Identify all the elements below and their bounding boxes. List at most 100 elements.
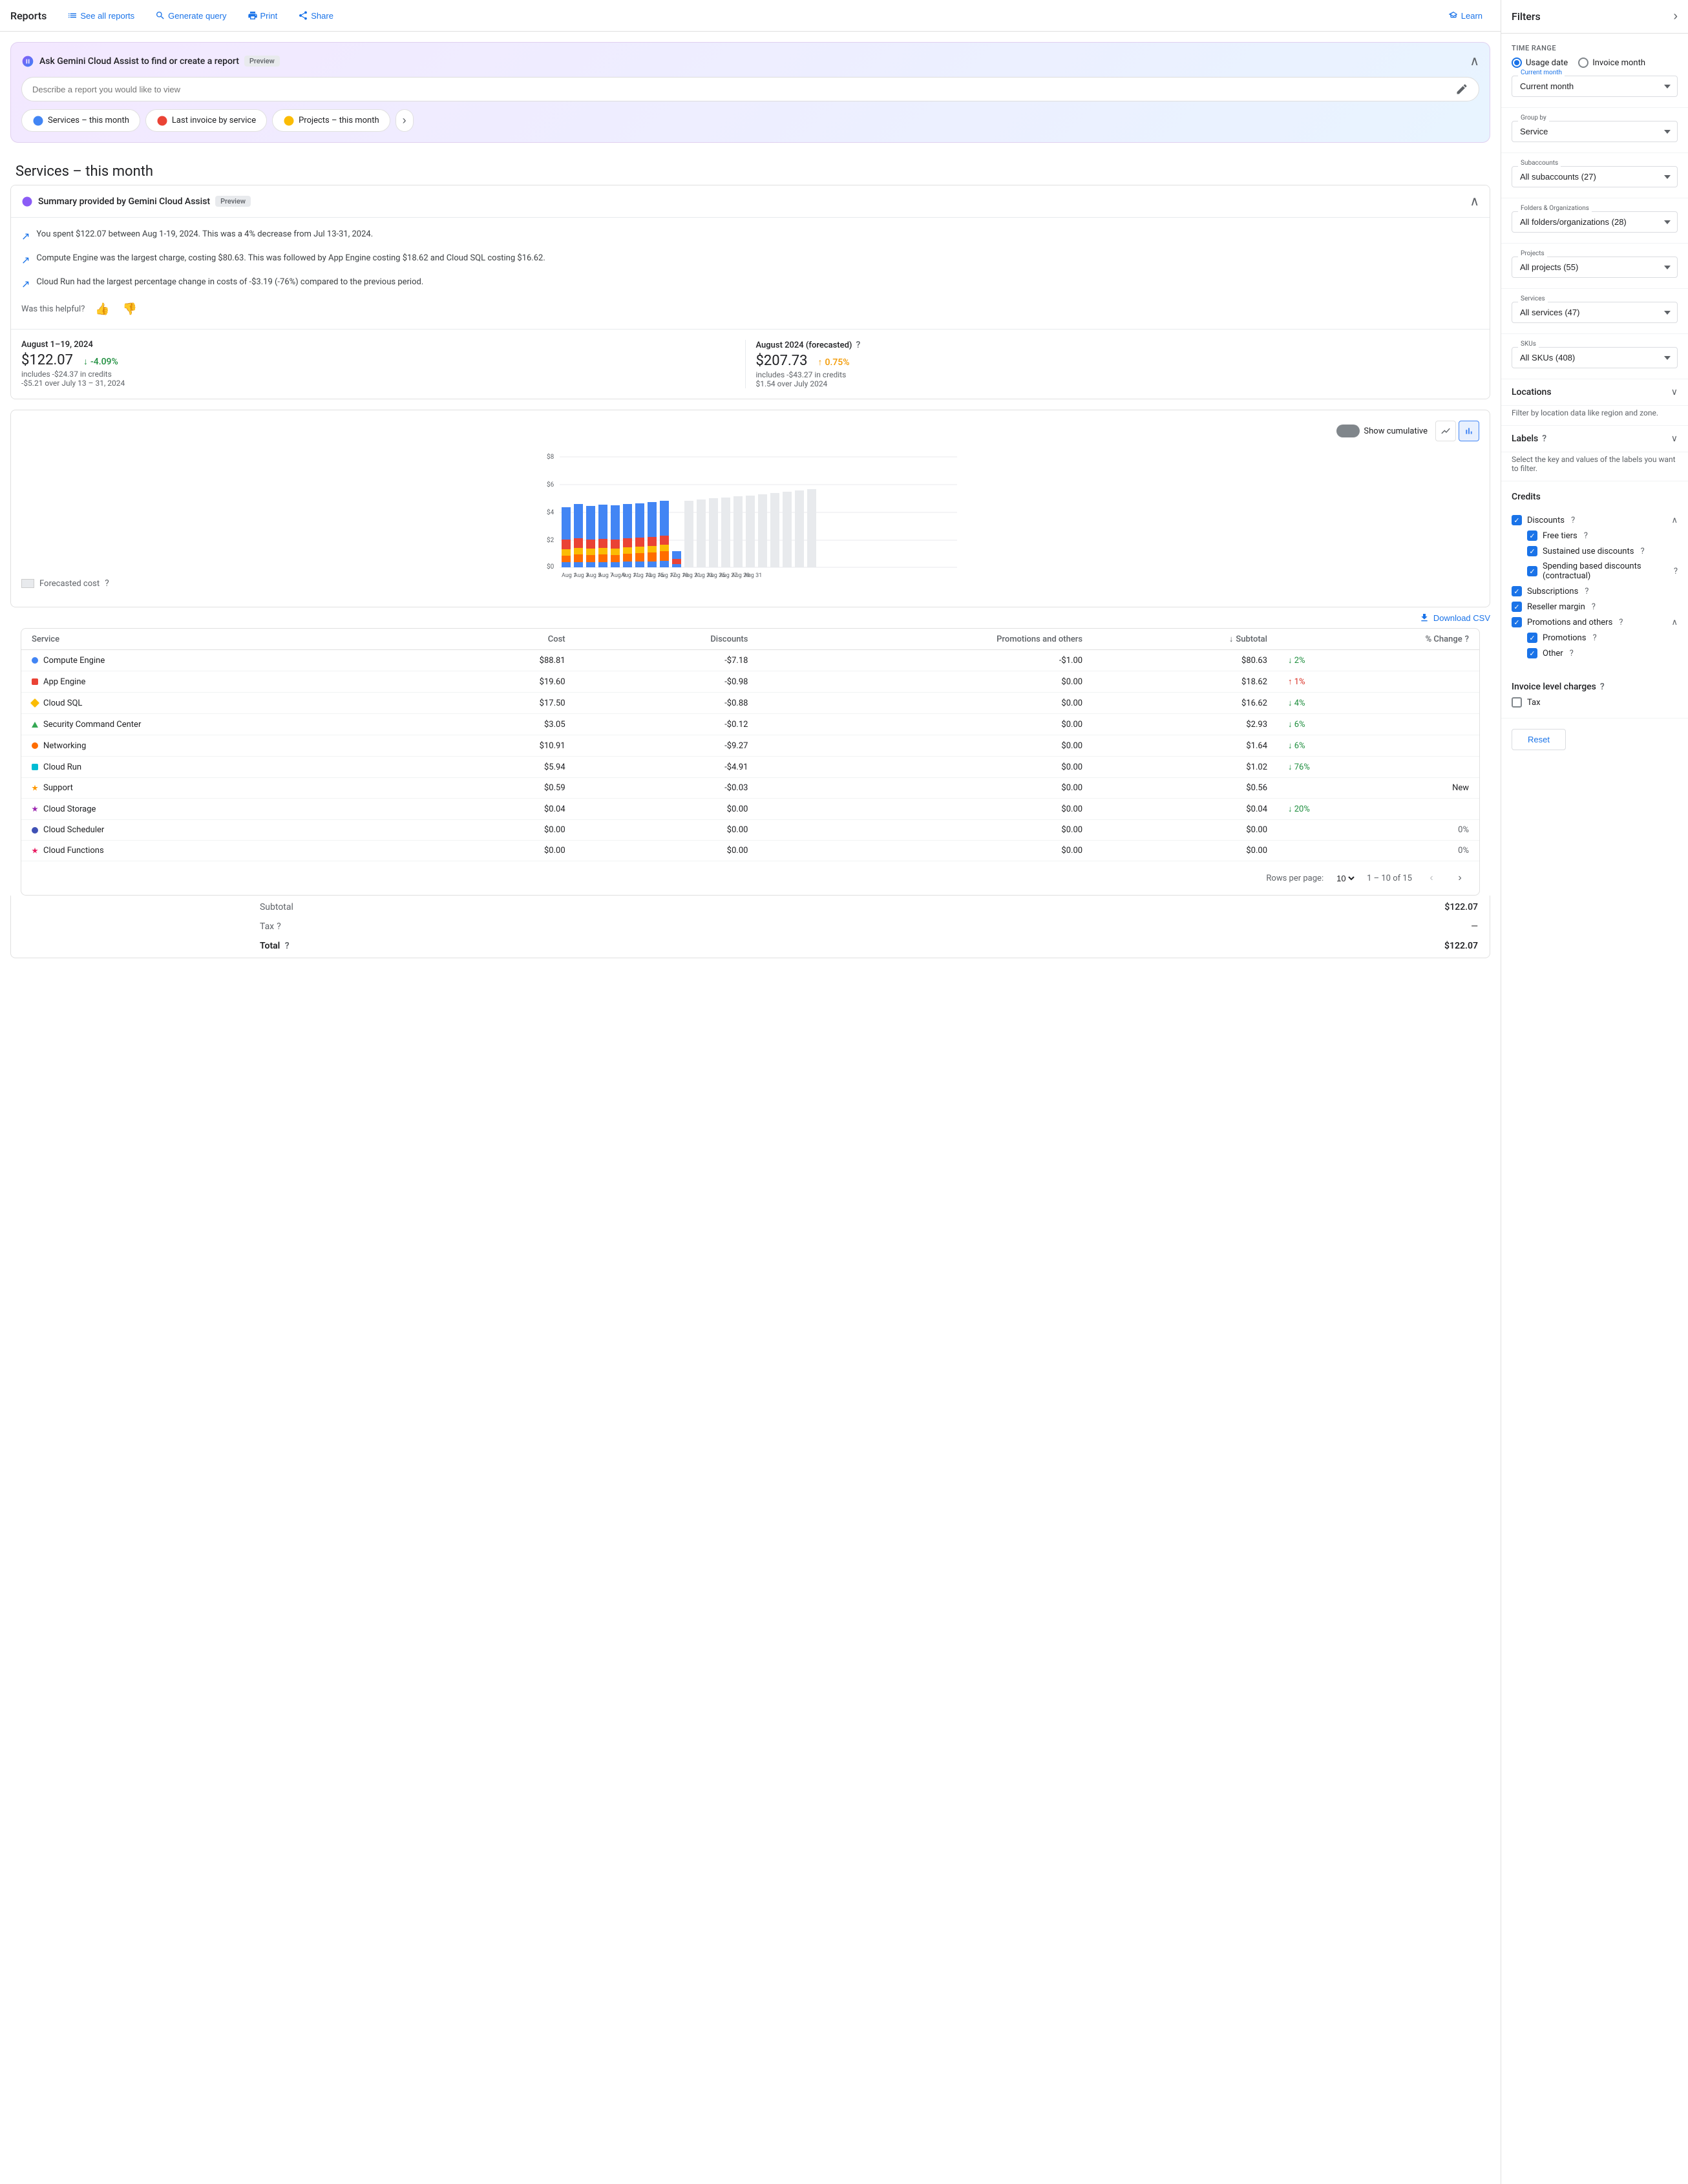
svg-text:$4: $4	[547, 508, 554, 516]
gemini-collapse-button[interactable]: ∧	[1470, 53, 1479, 69]
forecasted-help-icon[interactable]: ?	[856, 340, 860, 350]
chip-last-invoice-label: Last invoice by service	[172, 116, 256, 125]
invoice-charges-help-icon[interactable]: ?	[1600, 682, 1605, 692]
locations-expand-icon[interactable]: ∨	[1671, 387, 1678, 397]
filters-title: Filters	[1512, 10, 1541, 23]
bar-chart-button[interactable]	[1459, 421, 1479, 441]
projects-select[interactable]: All projects (55)	[1512, 257, 1678, 278]
services-select-wrapper: Services All services (47)	[1512, 299, 1678, 323]
summary-collapse-button[interactable]: ∧	[1470, 193, 1479, 209]
reset-button[interactable]: Reset	[1512, 729, 1566, 750]
svg-text:$8: $8	[547, 452, 554, 461]
labels-expand-icon[interactable]: ∨	[1671, 434, 1678, 444]
spending-help-icon[interactable]: ?	[1674, 567, 1678, 576]
promotions-cell: $0.00	[758, 714, 1093, 735]
folders-select[interactable]: All folders/organizations (28)	[1512, 211, 1678, 233]
usage-date-option[interactable]: Usage date	[1512, 58, 1568, 68]
share-button[interactable]: Share	[290, 6, 341, 25]
table-row: Compute Engine $88.81 -$7.18 -$1.00 $80.…	[21, 650, 1479, 671]
filters-expand-button[interactable]: ›	[1673, 9, 1678, 24]
labels-row[interactable]: Labels ? ∨	[1501, 426, 1688, 452]
gemini-title: Ask Gemini Cloud Assist to find or creat…	[21, 55, 280, 68]
reseller-checkbox[interactable]	[1512, 602, 1522, 612]
show-cumulative-toggle[interactable]: Show cumulative	[1336, 425, 1428, 437]
change-help-icon[interactable]: ?	[1465, 635, 1469, 644]
metric-change-sub-1: -$5.21 over July 13 – 31, 2024	[21, 379, 735, 388]
subtotal-cell: $1.64	[1093, 735, 1278, 757]
labels-help-icon[interactable]: ?	[1542, 434, 1546, 444]
sustained-help-icon[interactable]: ?	[1640, 547, 1644, 556]
usage-date-radio[interactable]	[1512, 58, 1522, 68]
promotions-label: Promotions and others	[1527, 618, 1612, 627]
promotions-sub-label: Promotions	[1543, 633, 1586, 643]
promotions-help-icon[interactable]: ?	[1619, 618, 1623, 627]
cost-cell: $0.00	[430, 820, 576, 841]
summary-body: ↗ You spent $122.07 between Aug 1-19, 20…	[11, 218, 1490, 329]
subtotal-cell: $0.04	[1093, 799, 1278, 820]
discounts-checkbox[interactable]	[1512, 515, 1522, 525]
download-icon	[1419, 613, 1430, 623]
locations-row[interactable]: Locations ∨	[1501, 379, 1688, 406]
promotions-cell: $0.00	[758, 778, 1093, 799]
promotions-expand-icon[interactable]: ∧	[1671, 618, 1678, 627]
chip-projects[interactable]: Projects – this month	[272, 109, 390, 132]
chip-last-invoice[interactable]: Last invoice by service	[145, 109, 267, 132]
thumbs-up-button[interactable]: 👍	[92, 300, 112, 319]
table-row: App Engine $19.60 -$0.98 $0.00 $18.62 ↑ …	[21, 671, 1479, 693]
metric-value-1: $122.07	[21, 352, 73, 368]
invoice-month-option[interactable]: Invoice month	[1578, 58, 1645, 68]
service-cell: Cloud Storage	[21, 799, 430, 820]
subscriptions-help-icon[interactable]: ?	[1585, 587, 1588, 596]
promotions-sub-help-icon[interactable]: ?	[1592, 633, 1596, 643]
services-select[interactable]: All services (47)	[1512, 302, 1678, 323]
invoice-month-radio[interactable]	[1578, 58, 1588, 68]
group-by-select[interactable]: Service Project SKU	[1512, 121, 1678, 142]
subscriptions-checkbox[interactable]	[1512, 586, 1522, 596]
prev-page-button[interactable]: ‹	[1422, 869, 1440, 887]
see-all-reports-button[interactable]: See all reports	[59, 6, 142, 25]
tax-checkbox[interactable]	[1512, 697, 1522, 708]
subaccounts-select[interactable]: All subaccounts (27)	[1512, 166, 1678, 187]
table-row: Cloud Storage $0.04 $0.00 $0.00 $0.04 ↓ …	[21, 799, 1479, 820]
discounts-help-icon[interactable]: ?	[1571, 516, 1575, 525]
gemini-box: Ask Gemini Cloud Assist to find or creat…	[10, 42, 1490, 143]
pagination-info: 1 – 10 of 15	[1367, 874, 1412, 883]
cost-cell: $10.91	[430, 735, 576, 757]
spending-checkbox[interactable]	[1527, 566, 1537, 576]
filters-sidebar: Filters › Time range Usage date Invoice …	[1501, 0, 1688, 2184]
toggle-switch[interactable]	[1336, 425, 1360, 437]
total-label: Total	[260, 941, 280, 951]
gemini-input[interactable]	[32, 85, 1455, 94]
total-help-icon[interactable]: ?	[285, 941, 290, 951]
reseller-help-icon[interactable]: ?	[1592, 602, 1596, 612]
skus-select[interactable]: All SKUs (408)	[1512, 347, 1678, 368]
chip-services[interactable]: Services – this month	[21, 109, 140, 132]
subaccounts-section: Subaccounts All subaccounts (27)	[1501, 153, 1688, 198]
promotions-sub-checkbox[interactable]	[1527, 633, 1537, 643]
rows-per-page-select[interactable]: 10 25 50	[1334, 873, 1356, 884]
more-chips-button[interactable]: ›	[396, 109, 414, 132]
sustained-checkbox[interactable]	[1527, 546, 1537, 556]
free-tiers-help-icon[interactable]: ?	[1584, 531, 1588, 541]
download-csv-button[interactable]: Download CSV	[1419, 613, 1490, 623]
cumulative-label: Show cumulative	[1364, 426, 1428, 436]
print-button[interactable]: Print	[240, 6, 286, 25]
free-tiers-checkbox[interactable]	[1527, 530, 1537, 541]
forecasted-legend-label: Forecasted cost	[39, 579, 100, 589]
generate-query-button[interactable]: Generate query	[147, 6, 234, 25]
toolbar: Reports See all reports Generate query P…	[0, 0, 1501, 32]
gemini-input-row[interactable]	[21, 77, 1479, 101]
line-chart-button[interactable]	[1435, 421, 1456, 441]
learn-button[interactable]: Learn	[1440, 6, 1490, 25]
thumbs-down-button[interactable]: 👎	[120, 300, 140, 319]
other-help-icon[interactable]: ?	[1570, 649, 1574, 658]
change-value: ↓ 76%	[1288, 762, 1469, 772]
current-month-select[interactable]: Current month Last month Last 3 months	[1512, 76, 1678, 97]
other-checkbox[interactable]	[1527, 648, 1537, 658]
next-page-button[interactable]: ›	[1451, 869, 1469, 887]
tax-help-icon[interactable]: ?	[277, 921, 281, 932]
promotions-checkbox[interactable]	[1512, 617, 1522, 627]
total-row: Total ? $122.07	[12, 936, 1488, 956]
discounts-expand-icon[interactable]: ∧	[1671, 516, 1678, 525]
forecasted-info-icon[interactable]: ?	[105, 578, 109, 589]
